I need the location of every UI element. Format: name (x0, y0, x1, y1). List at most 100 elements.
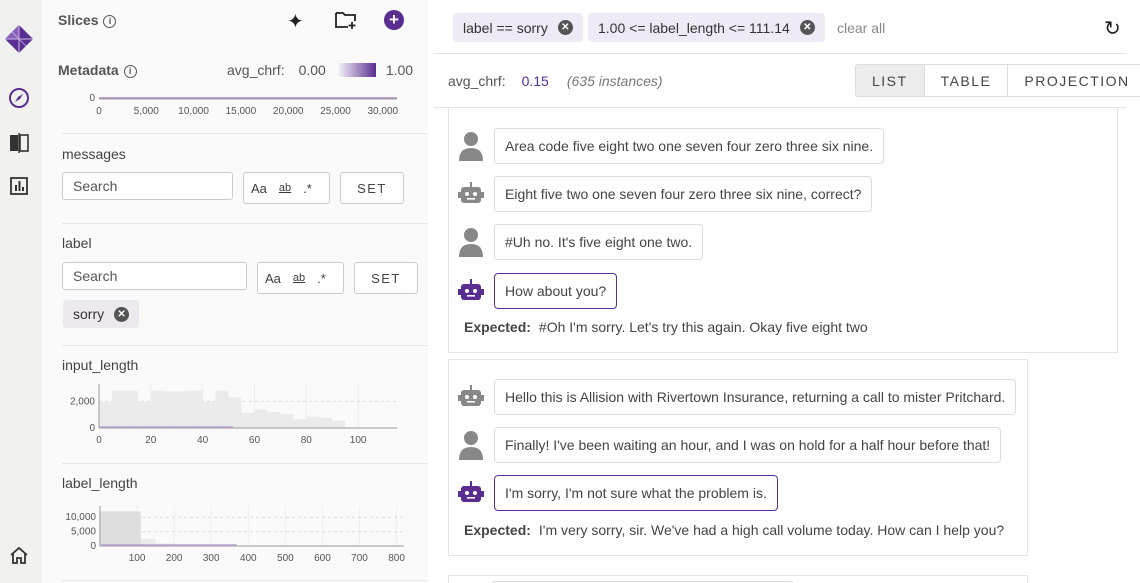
messages-set-button[interactable]: SET (340, 172, 404, 204)
x-tick-label: 0 (96, 435, 102, 446)
histogram-bar (280, 414, 294, 428)
message-bubble: Finally! I've been waiting an hour, and … (494, 427, 1002, 463)
x-tick-label: 5,000 (134, 106, 159, 117)
user-message: Area code five eight two one seven four … (458, 128, 885, 164)
explore-compass-icon[interactable] (7, 86, 31, 110)
slices-title: Slices i (58, 12, 117, 28)
color-gradient (335, 63, 376, 77)
message-bubble: Eight five two one seven four zero three… (494, 176, 873, 212)
label-length-histogram[interactable]: 100 200 300 400 500 600 700 800 0 5,000 10,000 (42, 500, 428, 570)
label-match-options: Aa ab .* (257, 262, 344, 294)
histogram-bar (228, 397, 242, 428)
regex-toggle[interactable]: .* (317, 271, 326, 286)
y-tick-label: 0 (90, 541, 96, 552)
user-avatar-icon (458, 227, 484, 257)
histogram-bar (254, 409, 268, 428)
tab-table[interactable]: TABLE (925, 65, 1009, 96)
whole-word-toggle[interactable]: ab (293, 272, 305, 284)
y-tick-label: 0 (89, 423, 95, 434)
nav-rail (0, 0, 42, 583)
x-tick-label: 20,000 (273, 106, 304, 117)
color-min: 0.00 (298, 62, 326, 78)
x-tick-label: 10,000 (178, 106, 209, 117)
filter-chip: label == sorry ✕ (453, 13, 583, 42)
sidebar: Slices i ✦ + Metadata i avg_chrf: 0.00 1.0… (42, 0, 428, 583)
histogram-bar (100, 511, 141, 546)
color-max: 1.00 (385, 62, 414, 78)
field-label-label: label (62, 235, 92, 251)
histogram-bar (319, 418, 333, 428)
messages-match-options: Aa ab .* (243, 172, 330, 204)
x-tick-label: 600 (314, 553, 331, 564)
filter-chip: 1.00 <= label_length <= 111.14 ✕ (588, 13, 825, 42)
x-tick-label: 0 (96, 106, 102, 117)
bot-avatar-icon (458, 478, 484, 508)
histogram-bar (99, 402, 112, 428)
remove-filter-icon[interactable]: ✕ (799, 20, 815, 35)
info-icon[interactable]: i (103, 15, 117, 28)
input-length-histogram[interactable]: 0 20 40 60 80 100 0 2,000 (42, 380, 428, 450)
bot-message: Hello this is Allision with Rivertown In… (458, 379, 1017, 415)
histogram-bar (176, 391, 190, 428)
match-case-toggle[interactable]: Aa (265, 271, 281, 286)
add-slice-button[interactable]: + (384, 10, 404, 30)
histogram-bar (137, 402, 151, 428)
compare-icon[interactable] (7, 131, 31, 155)
x-tick-label: 30,000 (368, 106, 399, 117)
home-icon[interactable] (7, 543, 31, 567)
x-tick-label: 100 (350, 435, 367, 446)
remove-tag-icon[interactable]: ✕ (114, 306, 130, 322)
divider (434, 53, 1126, 54)
refresh-icon[interactable]: ↻ (1104, 16, 1121, 41)
divider (62, 345, 428, 346)
remove-filter-icon[interactable]: ✕ (557, 20, 573, 35)
bot-avatar-icon (458, 179, 484, 209)
bot-message: Eight five two one seven four zero three… (458, 176, 873, 212)
chart-icon[interactable] (7, 174, 31, 198)
label-set-button[interactable]: SET (354, 262, 418, 294)
bot-avatar-icon (458, 276, 484, 306)
filter-text: label == sorry (463, 19, 548, 36)
histogram-bar (124, 390, 138, 428)
expected-text: I'm very sorry, sir. We've had a high ca… (538, 522, 1005, 538)
user-avatar-icon (458, 430, 484, 460)
histogram-bar (267, 412, 281, 428)
x-tick-label: 500 (277, 553, 294, 564)
divider (62, 133, 428, 134)
tag-text: sorry (73, 306, 105, 322)
bot-message: How about you? (458, 273, 618, 309)
message-bubble: Hello this is Allision with Rivertown In… (494, 379, 1017, 415)
tab-projection[interactable]: PROJECTION (1008, 65, 1140, 96)
summary-metric-value: 0.15 (521, 73, 549, 89)
divider (62, 580, 428, 581)
x-tick-label: 800 (388, 553, 405, 564)
user-message: Finally! I've been waiting an hour, and … (458, 427, 1002, 463)
main-panel: label == sorry ✕ 1.00 <= label_length <= … (428, 0, 1140, 583)
expected-response: Expected: I'm very sorry, sir. We've had … (464, 522, 1004, 538)
histogram-bar (189, 390, 203, 428)
regex-toggle[interactable]: .* (303, 181, 312, 196)
divider (62, 223, 428, 224)
bot-avatar-icon (458, 382, 484, 412)
histogram-bar (241, 412, 255, 428)
histogram-bar (202, 402, 216, 428)
x-tick-label: 300 (203, 553, 220, 564)
color-metric-label: avg_chrf: (227, 62, 285, 78)
histogram-bar (150, 390, 164, 428)
whole-word-toggle[interactable]: ab (279, 182, 291, 194)
metadata-histogram-partial: 00 5,000 10,000 15,000 20,000 25,000 30,000 (89, 93, 399, 117)
histogram-bar (163, 391, 177, 428)
label-search-input[interactable]: Search (62, 262, 247, 290)
messages-search-input[interactable]: Search (62, 172, 233, 200)
x-tick-label: 40 (197, 435, 209, 446)
new-folder-icon[interactable] (335, 10, 357, 35)
auto-slice-sparkle-icon[interactable]: ✦ (287, 9, 304, 34)
instance-card[interactable] (448, 575, 1028, 583)
histogram-bar (332, 420, 346, 428)
x-tick-label: 25,000 (320, 106, 351, 117)
expected-label: Expected: (464, 319, 531, 335)
clear-all-link[interactable]: clear all (837, 20, 885, 36)
tab-list[interactable]: LIST (856, 65, 925, 96)
info-icon[interactable]: i (123, 65, 137, 78)
match-case-toggle[interactable]: Aa (251, 181, 267, 196)
